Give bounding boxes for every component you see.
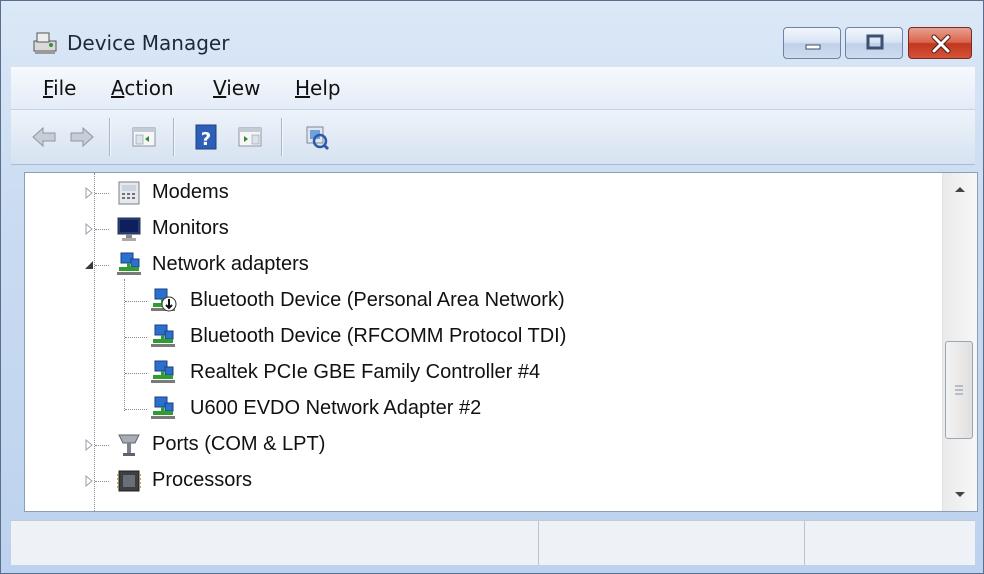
menu-file[interactable]: File: [43, 76, 76, 100]
tree-item-network-adapters[interactable]: Network adapters: [25, 247, 925, 281]
toolbar-separator: [109, 118, 110, 156]
status-cell: [805, 521, 975, 565]
grip-icon: [955, 385, 963, 395]
port-icon: [118, 434, 140, 456]
close-button[interactable]: [908, 27, 972, 59]
modem-icon: [118, 181, 140, 205]
show-hide-console-tree-icon[interactable]: [129, 122, 159, 152]
vertical-scrollbar[interactable]: [942, 173, 977, 511]
network-adapter-icon: [151, 360, 175, 383]
minimize-icon: [805, 44, 821, 50]
window-title: Device Manager: [67, 31, 230, 55]
menu-bar: File Action View Help: [11, 67, 975, 110]
status-cell: [539, 521, 805, 565]
menu-view[interactable]: View: [213, 76, 260, 100]
tree-item-ports[interactable]: Ports (COM & LPT): [25, 427, 925, 461]
device-manager-window: Device Manager File Action View Help ? M…: [0, 0, 984, 574]
expand-arrow-icon[interactable]: [83, 223, 95, 235]
tree-item-label: Bluetooth Device (Personal Area Network): [190, 289, 565, 311]
tree-item-bluetooth-rfcomm[interactable]: Bluetooth Device (RFCOMM Protocol TDI): [25, 319, 925, 353]
tree-item-processors[interactable]: Processors: [25, 463, 925, 497]
show-hide-action-pane-icon[interactable]: [235, 122, 265, 152]
menu-help[interactable]: Help: [295, 76, 341, 100]
tree-item-label: Bluetooth Device (RFCOMM Protocol TDI): [190, 325, 567, 347]
toolbar-separator: [281, 118, 282, 156]
network-adapter-icon: [151, 324, 175, 347]
tree-item-label: Processors: [152, 469, 253, 491]
tree-item-monitors[interactable]: Monitors: [25, 211, 925, 245]
title-bar[interactable]: Device Manager: [1, 1, 983, 65]
processor-icon: [117, 470, 141, 492]
network-adapter-disabled-icon: [151, 288, 177, 312]
expand-arrow-icon[interactable]: [83, 439, 95, 451]
scroll-down-arrow-icon[interactable]: [943, 479, 977, 511]
tree-item-realtek[interactable]: Realtek PCIe GBE Family Controller #4: [25, 355, 925, 389]
network-adapter-icon: [117, 252, 141, 275]
svg-text:?: ?: [201, 129, 211, 150]
device-manager-icon: [33, 32, 57, 54]
device-tree[interactable]: Modems Monitors Network adapters Bluetoo…: [24, 172, 978, 512]
tree-item-label: Realtek PCIe GBE Family Controller #4: [190, 361, 541, 383]
menu-action[interactable]: Action: [111, 76, 174, 100]
tree-item-label: Monitors: [152, 217, 229, 239]
monitor-icon: [117, 217, 141, 241]
status-cell: [11, 521, 539, 565]
tree-item-label: Network adapters: [152, 253, 309, 275]
help-icon[interactable]: ?: [191, 122, 221, 152]
scrollbar-thumb[interactable]: [945, 341, 973, 439]
tree-item-label: U600 EVDO Network Adapter #2: [190, 397, 482, 419]
expand-arrow-icon[interactable]: [83, 475, 95, 487]
expand-arrow-icon[interactable]: [83, 187, 95, 199]
minimize-button[interactable]: [783, 27, 841, 59]
network-adapter-icon: [151, 396, 175, 419]
tree-item-label: Ports (COM & LPT): [152, 433, 326, 455]
maximize-icon: [866, 34, 884, 50]
tree-item-modems[interactable]: Modems: [25, 175, 925, 209]
close-icon: [931, 34, 951, 54]
toolbar-separator: [173, 118, 174, 156]
tree-item-bluetooth-pan[interactable]: Bluetooth Device (Personal Area Network): [25, 283, 925, 317]
status-bar: [11, 520, 975, 565]
tree-item-label: Modems: [152, 181, 229, 203]
back-arrow-icon[interactable]: [29, 122, 59, 152]
toolbar: ?: [11, 110, 975, 165]
scroll-up-arrow-icon[interactable]: [943, 173, 977, 205]
tree-item-u600[interactable]: U600 EVDO Network Adapter #2: [25, 391, 925, 425]
maximize-button[interactable]: [845, 27, 903, 59]
scan-hardware-changes-icon[interactable]: [301, 122, 331, 152]
forward-arrow-icon[interactable]: [67, 122, 97, 152]
collapse-arrow-icon[interactable]: [83, 259, 95, 271]
